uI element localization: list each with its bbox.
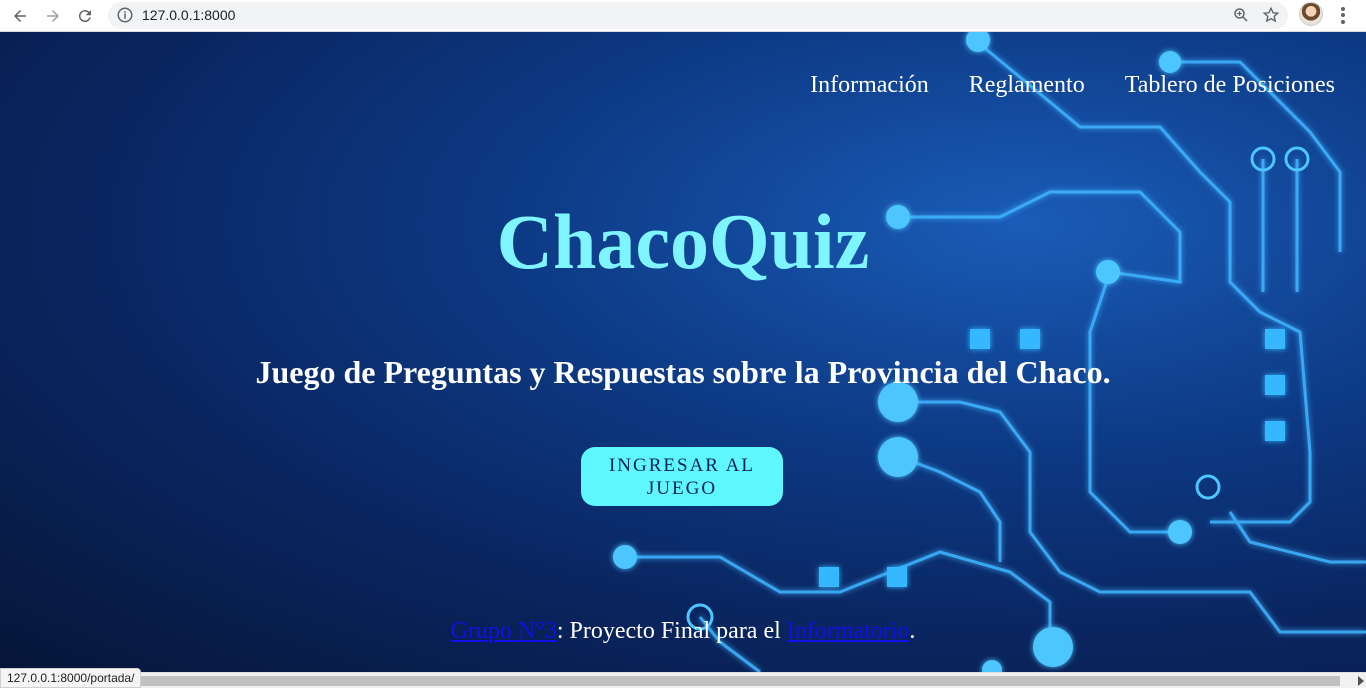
- reload-button[interactable]: [72, 3, 98, 29]
- info-icon[interactable]: [116, 6, 134, 24]
- address-bar[interactable]: 127.0.0.1:8000: [108, 2, 1288, 29]
- nav-reglamento[interactable]: Reglamento: [969, 72, 1085, 99]
- url-text[interactable]: 127.0.0.1:8000: [142, 7, 235, 23]
- main-nav: Información Reglamento Tablero de Posici…: [810, 72, 1335, 99]
- arrow-left-icon: [14, 10, 26, 22]
- zoom-icon[interactable]: [1232, 6, 1250, 24]
- circuit-background: [613, 32, 1366, 672]
- star-icon[interactable]: [1262, 6, 1280, 24]
- landing-page: Información Reglamento Tablero de Posici…: [0, 32, 1366, 672]
- arrow-right-icon: [47, 10, 59, 22]
- page-title: ChacoQuiz: [496, 198, 870, 285]
- horizontal-scrollbar[interactable]: [0, 672, 1366, 688]
- nav-informacion[interactable]: Información: [810, 72, 929, 99]
- scrollbar-thumb[interactable]: [0, 676, 1340, 686]
- reload-icon: [78, 10, 91, 23]
- footer-text-2: .: [909, 618, 916, 644]
- page-subtitle: Juego de Preguntas y Respuestas sobre la…: [255, 354, 1111, 390]
- nav-tablero-de-posiciones[interactable]: Tablero de Posiciones: [1125, 72, 1335, 99]
- browser-menu-icon[interactable]: [1334, 4, 1352, 26]
- scroll-right-icon[interactable]: [1358, 676, 1364, 686]
- back-button[interactable]: [7, 3, 33, 29]
- footer-link-grupo[interactable]: Grupo N°3: [451, 618, 557, 644]
- footer-text: Grupo N°3: Proyecto Final para el Inform…: [0, 618, 1366, 645]
- enter-game-button[interactable]: INGRESAR AL JUEGO: [581, 447, 783, 506]
- footer-text-1: : Proyecto Final para el: [556, 618, 787, 644]
- forward-button[interactable]: [40, 3, 66, 29]
- status-bar-url: 127.0.0.1:8000/portada/: [0, 668, 142, 688]
- footer-link-informatorio[interactable]: Informatorio: [787, 618, 910, 644]
- avatar[interactable]: [1299, 2, 1323, 26]
- browser-toolbar: 127.0.0.1:8000: [0, 0, 1366, 32]
